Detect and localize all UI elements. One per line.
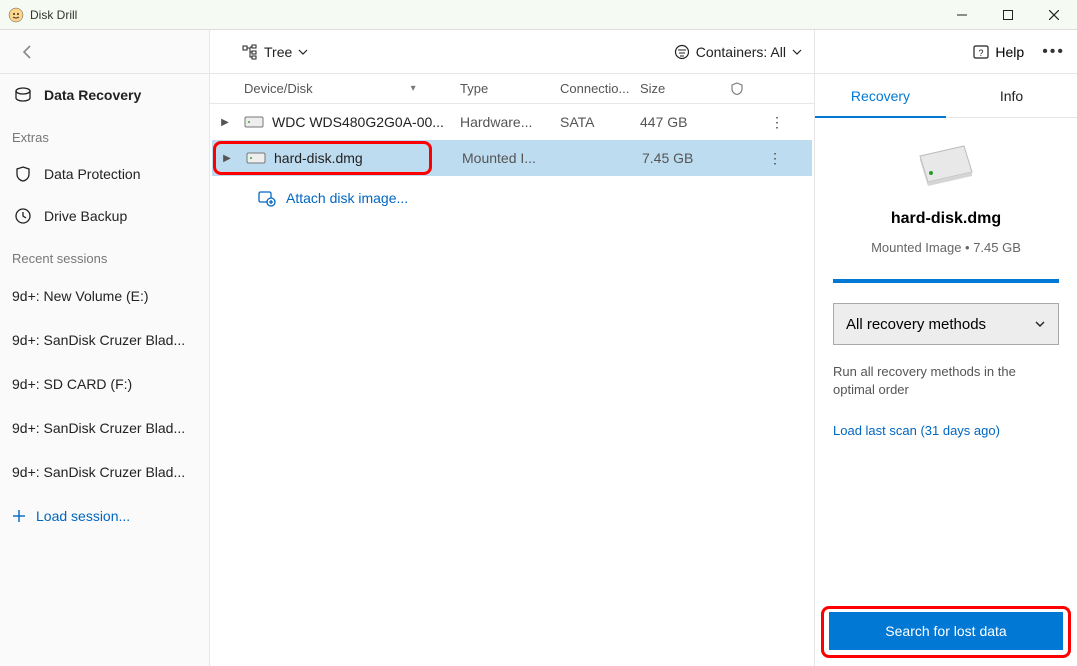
app-icon	[8, 7, 24, 23]
tree-view-button[interactable]: Tree	[242, 44, 308, 60]
tab-recovery[interactable]: Recovery	[815, 74, 946, 117]
session-item[interactable]: 9d+: SanDisk Cruzer Blad...	[0, 406, 209, 450]
filter-icon	[674, 44, 690, 60]
load-session-label: Load session...	[36, 508, 130, 524]
main-panel: Tree Containers: All Device/Disk ▾ Type …	[210, 30, 815, 666]
drive-name: WDC WDS480G2G0A-00...	[272, 114, 444, 130]
shield-icon	[14, 165, 32, 183]
session-item[interactable]: 9d+: SanDisk Cruzer Blad...	[0, 318, 209, 362]
attach-disk-image-button[interactable]: Attach disk image...	[210, 176, 814, 220]
row-menu-button[interactable]: ⋮	[756, 150, 812, 167]
nav-label: Data Recovery	[44, 87, 141, 103]
table-header: Device/Disk ▾ Type Connectio... Size	[210, 74, 814, 104]
maximize-button[interactable]	[985, 0, 1031, 30]
title-bar: Disk Drill	[0, 0, 1077, 30]
containers-label: Containers: All	[696, 44, 786, 60]
help-label: Help	[995, 44, 1024, 60]
usage-bar	[833, 279, 1059, 283]
selected-disk-subtitle: Mounted Image • 7.45 GB	[833, 240, 1059, 255]
chevron-down-icon	[298, 47, 308, 57]
app-title: Disk Drill	[30, 8, 939, 22]
column-connection[interactable]: Connectio...	[560, 81, 640, 96]
help-button[interactable]: ? Help	[973, 44, 1024, 60]
more-menu-button[interactable]: •••	[1042, 43, 1065, 61]
drive-row-selected[interactable]: ▶ hard-disk.dmg Mounted I... 7.45 GB ⋮	[212, 140, 812, 176]
selected-disk-name: hard-disk.dmg	[833, 210, 1059, 228]
recent-sessions-label: Recent sessions	[0, 237, 209, 274]
column-shield[interactable]	[720, 82, 754, 96]
nav-data-protection[interactable]: Data Protection	[0, 153, 209, 195]
containers-filter-button[interactable]: Containers: All	[674, 44, 802, 60]
search-button-label: Search for lost data	[885, 623, 1006, 639]
attach-disk-image-icon	[258, 189, 276, 207]
expand-toggle[interactable]: ▶	[210, 117, 240, 128]
row-menu-button[interactable]: ⋮	[754, 114, 814, 131]
chevron-down-icon	[1034, 318, 1046, 330]
right-panel: ? Help ••• Recovery Info hard-disk.dmg M…	[815, 30, 1077, 666]
session-item[interactable]: 9d+: SanDisk Cruzer Blad...	[0, 450, 209, 494]
nav-data-recovery[interactable]: Data Recovery	[0, 74, 209, 116]
right-tabs: Recovery Info	[815, 74, 1077, 118]
hdd-icon	[244, 116, 264, 128]
chevron-down-icon	[792, 47, 802, 57]
session-item[interactable]: 9d+: SD CARD (F:)	[0, 362, 209, 406]
sidebar: Data Recovery Extras Data Protection Dri…	[0, 30, 210, 666]
disk-icon	[14, 86, 32, 104]
load-last-scan-link[interactable]: Load last scan (31 days ago)	[833, 423, 1059, 438]
drive-row[interactable]: ▶ WDC WDS480G2G0A-00... Hardware... SATA…	[210, 104, 814, 140]
recovery-method-label: All recovery methods	[846, 316, 986, 333]
attach-disk-image-label: Attach disk image...	[286, 190, 408, 206]
drive-type: Hardware...	[460, 114, 560, 130]
column-device[interactable]: Device/Disk ▾	[240, 81, 460, 96]
help-toolbar: ? Help •••	[815, 30, 1077, 74]
nav-label: Drive Backup	[44, 208, 127, 224]
extras-label: Extras	[0, 116, 209, 153]
drive-name: hard-disk.dmg	[274, 150, 363, 166]
column-type[interactable]: Type	[460, 81, 560, 96]
drive-size: 7.45 GB	[642, 150, 722, 166]
disk-large-icon	[833, 140, 1059, 188]
drive-type: Mounted I...	[462, 150, 562, 166]
sort-chevron-icon: ▾	[411, 83, 416, 94]
session-item[interactable]: 9d+: New Volume (E:)	[0, 274, 209, 318]
svg-text:?: ?	[979, 48, 984, 58]
arrow-left-icon	[20, 44, 36, 60]
minimize-button[interactable]	[939, 0, 985, 30]
nav-label: Data Protection	[44, 166, 141, 182]
close-button[interactable]	[1031, 0, 1077, 30]
back-button[interactable]	[0, 30, 209, 74]
recovery-method-select[interactable]: All recovery methods	[833, 303, 1059, 345]
nav-drive-backup[interactable]: Drive Backup	[0, 195, 209, 237]
expand-toggle[interactable]: ▶	[212, 153, 242, 164]
recovery-method-description: Run all recovery methods in the optimal …	[833, 363, 1059, 399]
clock-icon	[14, 207, 32, 225]
column-size[interactable]: Size	[640, 81, 720, 96]
hdd-icon	[246, 152, 266, 164]
tab-info[interactable]: Info	[946, 74, 1077, 117]
tree-icon	[242, 44, 258, 60]
search-for-lost-data-button[interactable]: Search for lost data	[829, 612, 1063, 650]
plus-icon	[12, 509, 26, 523]
tree-label: Tree	[264, 44, 292, 60]
main-toolbar: Tree Containers: All	[210, 30, 814, 74]
drive-size: 447 GB	[640, 114, 720, 130]
shield-icon	[730, 82, 744, 96]
load-session-button[interactable]: Load session...	[0, 494, 209, 538]
drive-connection: SATA	[560, 114, 640, 130]
help-icon: ?	[973, 44, 989, 60]
